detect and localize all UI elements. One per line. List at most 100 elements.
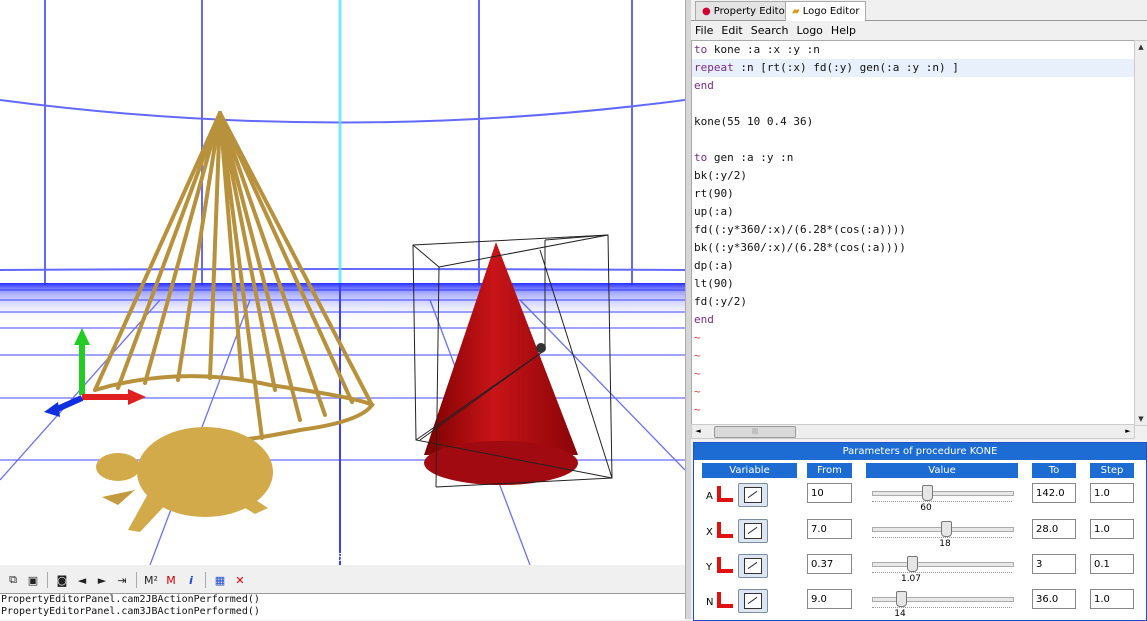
turtle-marker: [536, 343, 546, 353]
slider-value: 1.07: [900, 574, 922, 584]
code-line[interactable]: to kone :a :x :y :n: [692, 41, 1134, 59]
to-field[interactable]: 142.0: [1032, 483, 1076, 503]
code-line[interactable]: kone(55 10 0.4 36): [692, 113, 1134, 131]
slider-thumb[interactable]: [922, 485, 933, 501]
step-field[interactable]: 1.0: [1090, 483, 1134, 503]
slider-value: 60: [920, 503, 932, 513]
code-keyword: to: [694, 151, 708, 164]
from-field[interactable]: 0.37: [807, 554, 852, 574]
slider-track: [872, 597, 1014, 602]
from-field[interactable]: 7.0: [807, 519, 852, 539]
m-squared-icon[interactable]: M²: [142, 571, 160, 589]
editor-panel: ● Property Editor ▰ Logo Editor File Edi…: [691, 0, 1147, 621]
save-icon[interactable]: ▣: [24, 571, 42, 589]
step-field[interactable]: 1.0: [1090, 519, 1134, 539]
graph-icon: [744, 593, 762, 609]
slider-thumb[interactable]: [907, 556, 918, 572]
variable-type-icon: [717, 557, 733, 573]
binoculars-back-icon[interactable]: ◄: [73, 571, 91, 589]
menu-help[interactable]: Help: [827, 24, 860, 37]
slider-ticks: [872, 604, 1012, 608]
code-line[interactable]: fd(:y/2): [692, 293, 1134, 311]
toolbar-separator: [136, 572, 137, 588]
code-line[interactable]: repeat :n [rt(:x) fd(:y) gen(:a :y :n) ]: [692, 59, 1134, 77]
from-field[interactable]: 10: [807, 483, 852, 503]
code-line[interactable]: ~: [692, 365, 1134, 383]
code-line[interactable]: ~: [692, 347, 1134, 365]
parameter-row-n: N 9.0 14 36.0 1.0: [694, 589, 1146, 619]
horizontal-scrollbar[interactable]: ◄ ||| ►: [691, 424, 1135, 439]
property-editor-icon: ●: [702, 5, 711, 17]
slider-ticks: [872, 498, 1012, 502]
code-line[interactable]: [692, 131, 1134, 149]
parameter-row-y: Y 0.37 1.07 3 0.1: [694, 554, 1146, 584]
code-line[interactable]: [692, 95, 1134, 113]
edit-variable-button[interactable]: [738, 483, 768, 507]
insert-icon[interactable]: ⇥: [113, 571, 131, 589]
step-field[interactable]: 0.1: [1090, 554, 1134, 574]
slider-thumb[interactable]: [896, 591, 907, 607]
binoculars-icon[interactable]: ◙: [53, 571, 71, 589]
code-keyword: end: [694, 79, 714, 92]
parameters-panel: Parameters of procedure KONE Variable Fr…: [693, 442, 1147, 621]
parameter-row-x: X 7.0 18 28.0 1.0: [694, 519, 1146, 549]
scroll-right-icon[interactable]: ►: [1122, 425, 1134, 438]
scroll-left-icon[interactable]: ◄: [692, 425, 704, 438]
code-line[interactable]: bk((:y*360/:x)/(6.28*(cos(:a)))): [692, 239, 1134, 257]
to-field[interactable]: 28.0: [1032, 519, 1076, 539]
3d-viewport[interactable]: 5: [0, 0, 686, 565]
info-icon[interactable]: i: [182, 571, 200, 589]
scene-canvas[interactable]: 5: [0, 0, 685, 565]
m-delete-icon[interactable]: M: [162, 571, 180, 589]
menu-file[interactable]: File: [691, 24, 717, 37]
grid-icon[interactable]: ▦: [211, 571, 229, 589]
code-line[interactable]: bk(:y/2): [692, 167, 1134, 185]
edit-variable-button[interactable]: [738, 589, 768, 613]
code-keyword: repeat: [694, 61, 734, 74]
edit-variable-button[interactable]: [738, 554, 768, 578]
to-field[interactable]: 3: [1032, 554, 1076, 574]
code-editor[interactable]: to kone :a :x :y :n repeat :n [rt(:x) fd(…: [691, 40, 1135, 426]
toolbar-separator: [205, 572, 206, 588]
binoculars-forward-icon[interactable]: ►: [93, 571, 111, 589]
code-line[interactable]: rt(90): [692, 185, 1134, 203]
step-field[interactable]: 1.0: [1090, 589, 1134, 609]
code-line[interactable]: ~: [692, 329, 1134, 347]
close-icon[interactable]: ✕: [231, 571, 249, 589]
to-field[interactable]: 36.0: [1032, 589, 1076, 609]
menu-logo[interactable]: Logo: [793, 24, 827, 37]
vertical-scrollbar[interactable]: ▲ ▼: [1134, 40, 1147, 426]
slider-thumb[interactable]: [941, 521, 952, 537]
scroll-thumb[interactable]: |||: [714, 426, 796, 438]
copy-icon[interactable]: ⧉: [4, 571, 22, 589]
menu-edit[interactable]: Edit: [717, 24, 746, 37]
value-slider[interactable]: [872, 485, 1014, 502]
menu-search[interactable]: Search: [747, 24, 793, 37]
scroll-down-icon[interactable]: ▼: [1135, 413, 1147, 425]
code-line[interactable]: ~: [692, 401, 1134, 419]
output-console[interactable]: PropertyEditorPanel.cam2JBActionPerforme…: [0, 593, 686, 620]
scroll-up-icon[interactable]: ▲: [1135, 41, 1147, 53]
code-keyword: end: [694, 313, 714, 326]
value-slider[interactable]: [872, 521, 1014, 538]
value-slider[interactable]: [872, 591, 1014, 608]
console-line: PropertyEditorPanel.cam2JBActionPerforme…: [1, 594, 260, 605]
slider-ticks: [872, 569, 1012, 573]
code-line[interactable]: up(:a): [692, 203, 1134, 221]
value-slider[interactable]: [872, 556, 1014, 573]
slider-value: 18: [939, 539, 951, 549]
code-line[interactable]: end: [692, 311, 1134, 329]
code-line[interactable]: dp(:a): [692, 257, 1134, 275]
code-line[interactable]: ~: [692, 383, 1134, 401]
tab-logo-editor[interactable]: ▰ Logo Editor: [785, 1, 867, 21]
variable-type-icon: [717, 486, 733, 502]
variable-name: A: [706, 491, 713, 502]
code-line[interactable]: lt(90): [692, 275, 1134, 293]
code-line[interactable]: to gen :a :y :n: [692, 149, 1134, 167]
tab-property-editor[interactable]: ● Property Editor: [695, 1, 796, 20]
header-to: To: [1032, 463, 1076, 478]
code-line[interactable]: fd((:y*360/:x)/(6.28*(cos(:a)))): [692, 221, 1134, 239]
edit-variable-button[interactable]: [738, 519, 768, 543]
code-line[interactable]: end: [692, 77, 1134, 95]
from-field[interactable]: 9.0: [807, 589, 852, 609]
